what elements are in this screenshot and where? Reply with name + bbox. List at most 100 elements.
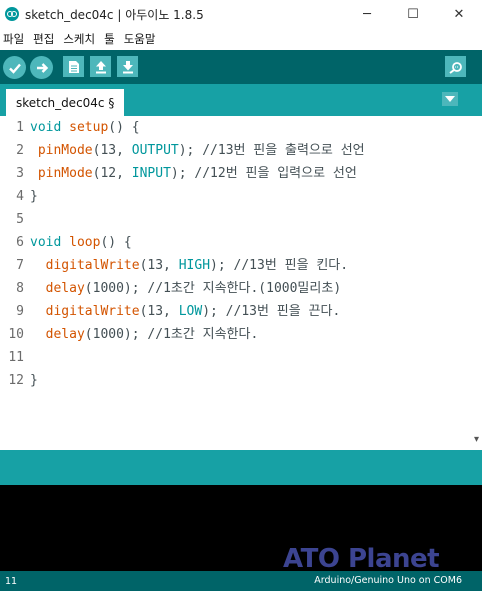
code-line: delay(1000); //1초간 지속한다.(1000밀리초) (30, 277, 466, 300)
menu-file[interactable]: 파일 (3, 31, 24, 47)
new-button[interactable] (63, 56, 84, 77)
menu-help[interactable]: 도움말 (124, 31, 156, 47)
code-token: setup (69, 120, 109, 135)
line-number: 10 (8, 327, 24, 342)
line-number: 12 (8, 373, 24, 388)
title-bar: sketch_dec04c | 아두이노 1.8.5 ─ ☐ ✕ (0, 0, 482, 28)
code-token: delay (45, 327, 85, 342)
tab-sketch[interactable]: sketch_dec04c § (6, 89, 125, 116)
code-line: delay(1000); //1초간 지속한다. (30, 323, 466, 346)
code-token: (13, (139, 304, 179, 319)
line-number: 5 (16, 212, 24, 227)
line-number: 7 (16, 258, 24, 273)
line-number: 6 (16, 235, 24, 250)
serial-monitor-button[interactable] (445, 56, 466, 77)
code-token: (13, (139, 258, 179, 273)
close-button[interactable]: ✕ (436, 0, 482, 28)
line-number: 11 (8, 350, 24, 365)
code-area[interactable]: void setup() { pinMode(13, OUTPUT); //13… (30, 116, 466, 450)
code-token: (1000); //1초간 지속한다.(1000밀리초) (84, 281, 342, 296)
line-number: 9 (16, 304, 24, 319)
current-line-number: 11 (5, 575, 18, 587)
code-token: } (30, 189, 38, 204)
vertical-scrollbar[interactable]: ▾ (466, 116, 482, 450)
code-token: pinMode (37, 166, 93, 181)
serial-monitor-icon (448, 61, 462, 74)
board-port-info: Arduino/Genuino Uno on COM6 (314, 575, 462, 586)
arduino-logo-icon (5, 7, 19, 21)
upload-icon (36, 62, 48, 73)
upload-button[interactable] (30, 56, 53, 79)
code-token: ); //13번 핀을 출력으로 선언 (178, 143, 365, 158)
verify-icon (8, 63, 21, 74)
code-token: } (30, 373, 38, 388)
code-line: } (30, 369, 466, 392)
code-token: ); //12번 핀을 입력으로 선언 (170, 166, 357, 181)
tab-menu-button[interactable] (442, 92, 458, 106)
code-token: HIGH (178, 258, 211, 273)
line-number-gutter: 1 2 3 4 5 6 7 8 9 10 11 12 (0, 116, 27, 450)
new-icon (68, 60, 79, 73)
code-token: delay (45, 281, 85, 296)
line-number: 8 (16, 281, 24, 296)
menu-edit[interactable]: 편집 (33, 31, 54, 47)
code-line: digitalWrite(13, LOW); //13번 핀을 끈다. (30, 300, 466, 323)
bottom-status-bar: 11 Arduino/Genuino Uno on COM6 (0, 571, 482, 591)
line-number: 4 (16, 189, 24, 204)
watermark-text: ATO Planet (283, 544, 440, 574)
code-editor[interactable]: 1 2 3 4 5 6 7 8 9 10 11 12 void setup() { pinMode(1… (0, 116, 482, 450)
chevron-down-icon (445, 96, 455, 102)
code-token: void (30, 120, 62, 135)
verify-button[interactable] (3, 56, 26, 79)
open-button[interactable] (90, 56, 111, 77)
window-controls: ─ ☐ ✕ (344, 0, 482, 28)
code-token: ); //13번 핀을 킨다. (210, 258, 349, 273)
code-token: void (30, 235, 62, 250)
tab-strip: sketch_dec04c § (0, 84, 482, 116)
menu-tools[interactable]: 툴 (104, 31, 115, 47)
save-icon (122, 60, 133, 73)
menu-sketch[interactable]: 스케치 (63, 31, 95, 47)
window-title: sketch_dec04c | 아두이노 1.8.5 (25, 7, 204, 22)
code-token: () { (108, 120, 140, 135)
code-line: void setup() { (30, 116, 466, 139)
code-token: LOW (178, 304, 203, 319)
line-number: 2 (16, 143, 24, 158)
save-button[interactable] (117, 56, 138, 77)
toolbar (0, 50, 482, 84)
line-number: 3 (16, 166, 24, 181)
menu-bar: 파일 편집 스케치 툴 도움말 (0, 28, 482, 50)
code-token: loop (69, 235, 101, 250)
code-line: } (30, 185, 466, 208)
code-token: OUTPUT (131, 143, 179, 158)
code-line: digitalWrite(13, HIGH); //13번 핀을 킨다. (30, 254, 466, 277)
code-line: void loop() { (30, 231, 466, 254)
code-token: ); //13번 핀을 끈다. (202, 304, 341, 319)
code-token: (12, (92, 166, 132, 181)
code-token: INPUT (131, 166, 171, 181)
open-icon (95, 60, 106, 73)
code-line: pinMode(13, OUTPUT); //13번 핀을 출력으로 선언 (30, 139, 466, 162)
line-number: 1 (16, 120, 24, 135)
maximize-button[interactable]: ☐ (390, 0, 436, 28)
code-token: () { (100, 235, 132, 250)
code-token: (13, (92, 143, 132, 158)
status-bar (0, 450, 482, 485)
code-token: digitalWrite (45, 304, 140, 319)
code-token: digitalWrite (45, 258, 140, 273)
code-token: (1000); //1초간 지속한다. (84, 327, 259, 342)
code-line: pinMode(12, INPUT); //12번 핀을 입력으로 선언 (30, 162, 466, 185)
code-token: pinMode (37, 143, 93, 158)
scroll-down-icon[interactable]: ▾ (474, 434, 479, 445)
minimize-button[interactable]: ─ (344, 0, 390, 28)
